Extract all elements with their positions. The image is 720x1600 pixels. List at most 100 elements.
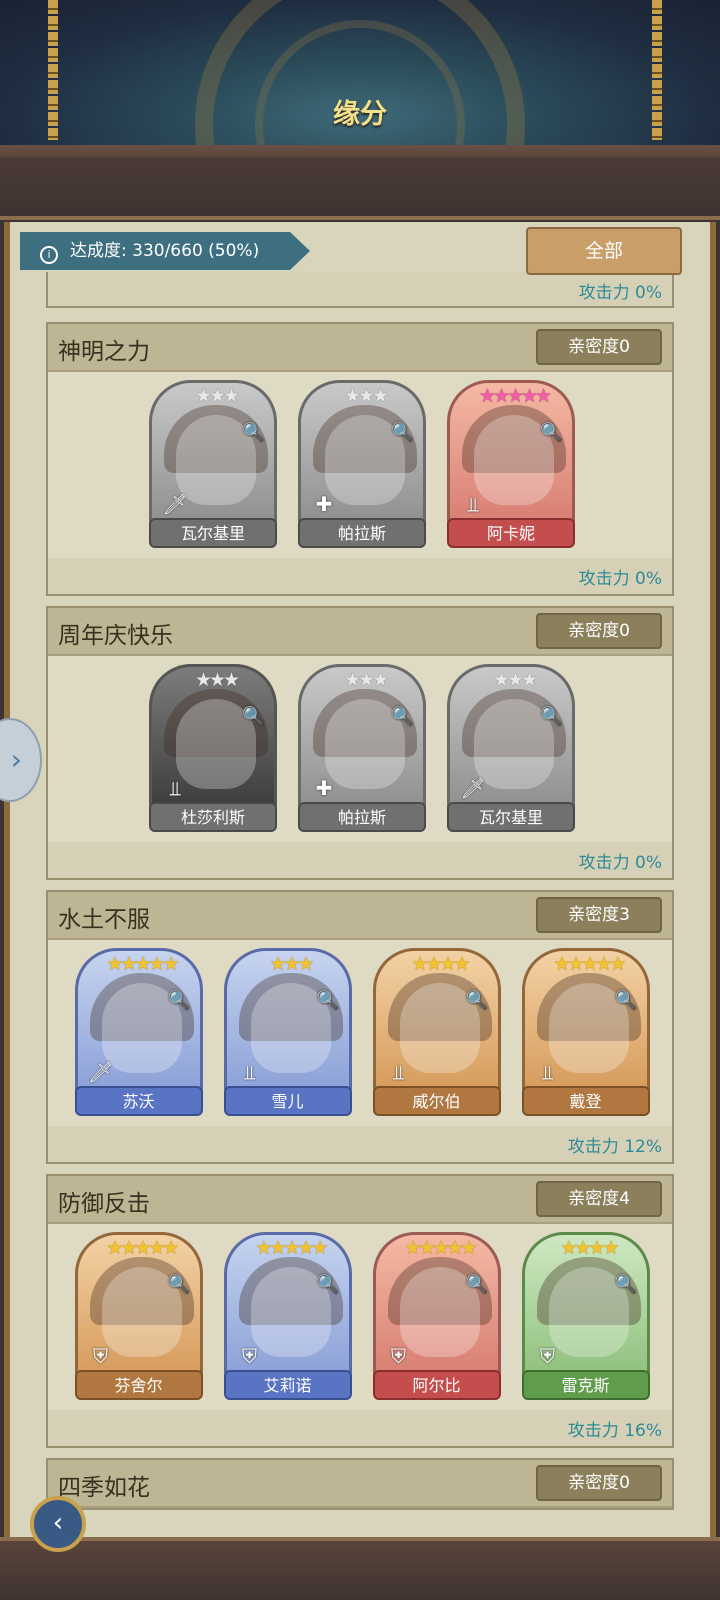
magnifier-icon[interactable]: 🔍: [391, 707, 413, 727]
attack-bonus: 攻击力 0%: [578, 853, 662, 873]
hero-card[interactable]: ★★★★★ 🔍 ⛨ 阿尔比: [372, 1232, 501, 1400]
attack-bonus: 攻击力 0%: [578, 283, 662, 303]
hero-portrait: ★★★★ 🔍 ⛨: [521, 1232, 650, 1382]
bow-icon: ⫫: [392, 1060, 405, 1084]
shield-icon: ⛨: [93, 1344, 108, 1368]
hero-row: ★★★ 🔍 🗡 瓦尔基里 ★★★ 🔍 ✚ 帕拉斯 ★★★★★ 🔍 ⫫ 阿卡妮: [48, 372, 672, 558]
chevron-left-icon: ‹: [52, 1508, 64, 1538]
attack-bonus: 攻击力 16%: [567, 1421, 662, 1441]
info-icon: i: [40, 246, 58, 264]
hero-portrait: ★★★★★ 🔍 🗡: [74, 948, 203, 1098]
hero-portrait: ★★★ 🔍 ✚: [298, 664, 426, 814]
magnifier-icon[interactable]: 🔍: [615, 991, 637, 1011]
star-rating: ★★★★★: [478, 385, 552, 407]
bow-icon: ⫫: [467, 492, 479, 516]
hero-card[interactable]: ★★★ 🔍 🗡 瓦尔基里: [149, 380, 277, 548]
hero-card[interactable]: ★★★★★ 🔍 ⛨ 艾莉诺: [223, 1232, 352, 1400]
hero-row: ★★★★★ 🔍 🗡 苏沃 ★★★ 🔍 ⫫ 雪儿 ★★★★ 🔍 ⫫ 威尔伯 ★★★★★ 🔍 ⫫ 戴登: [48, 940, 672, 1126]
magnifier-icon[interactable]: 🔍: [540, 423, 562, 443]
hero-card[interactable]: ★★★ 🔍 ⫫ 雪儿: [223, 948, 352, 1116]
group-header: 防御反击 亲密度4: [48, 1176, 672, 1224]
sword-icon: 🗡: [460, 776, 486, 800]
affinity-group-card: 水土不服 亲密度3 ★★★★★ 🔍 🗡 苏沃 ★★★ 🔍 ⫫ 雪儿 ★★★★ 🔍 ⫫ 威尔伯 ★★★★★ 🔍 ⫫…: [46, 890, 674, 1164]
filter-all-button[interactable]: 全部: [526, 227, 682, 275]
shield-icon: ⛨: [540, 1344, 555, 1368]
affinity-level-button[interactable]: 亲密度0: [536, 613, 662, 649]
bow-icon: ⫫: [169, 776, 181, 800]
hero-card[interactable]: ★★★ 🔍 ✚ 帕拉斯: [298, 664, 426, 832]
attack-bonus: 攻击力 12%: [567, 1137, 662, 1157]
star-rating: ★★★★★: [106, 953, 179, 975]
back-button[interactable]: ‹: [30, 1496, 86, 1552]
shield-icon: ⛨: [391, 1344, 406, 1368]
hero-name: 芬舍尔: [74, 1370, 203, 1400]
group-title: 神明之力: [58, 339, 150, 365]
hero-name: 艾莉诺: [223, 1370, 352, 1400]
star-rating: ★★★: [194, 385, 240, 407]
affinity-level-button[interactable]: 亲密度0: [536, 1465, 662, 1501]
header-banner: 缘分: [0, 0, 720, 145]
hero-card[interactable]: ★★★ 🔍 🗡 瓦尔基里: [447, 664, 575, 832]
sword-icon: 🗡: [87, 1060, 114, 1084]
magnifier-icon[interactable]: 🔍: [466, 1275, 488, 1295]
affinity-level-button[interactable]: 亲密度4: [536, 1181, 662, 1217]
footer-bar: [0, 1537, 720, 1600]
hero-portrait: ★★★★★ 🔍 ⛨: [223, 1232, 352, 1382]
star-rating: ★★★★★: [553, 953, 626, 975]
star-rating: ★★★★: [411, 953, 470, 975]
magnifier-icon[interactable]: 🔍: [317, 1275, 339, 1295]
group-title: 防御反击: [58, 1191, 150, 1217]
hero-portrait: ★★★★★ 🔍 ⫫: [521, 948, 650, 1098]
hero-card[interactable]: ★★★★ 🔍 ⫫ 威尔伯: [372, 948, 501, 1116]
group-header: 水土不服 亲密度3: [48, 892, 672, 940]
plus-icon: ✚: [315, 492, 333, 516]
magnifier-icon[interactable]: 🔍: [466, 991, 488, 1011]
star-rating: ★★★: [269, 953, 314, 975]
hero-card[interactable]: ★★★★★ 🔍 ⫫ 戴登: [521, 948, 650, 1116]
affinity-group-card: 神明之力 亲密度0 ★★★ 🔍 🗡 瓦尔基里 ★★★ 🔍 ✚ 帕拉斯 ★★★★★ 🔍 ⫫ 阿卡妮 攻击力 0…: [46, 322, 674, 596]
star-rating: ★★★: [194, 669, 240, 691]
star-rating: ★★★: [343, 385, 389, 407]
hero-card[interactable]: ★★★ 🔍 ✚ 帕拉斯: [298, 380, 426, 548]
star-rating: ★★★: [343, 669, 389, 691]
star-rating: ★★★★★: [404, 1237, 477, 1259]
hero-name: 阿卡妮: [447, 518, 575, 548]
previous-group-footer: 攻击力 0%: [46, 272, 674, 308]
hero-portrait: ★★★★★ 🔍 ⛨: [74, 1232, 203, 1382]
star-rating: ★★★★★: [106, 1237, 179, 1259]
hero-card[interactable]: ★★★ 🔍 ⫫ 杜莎利斯: [149, 664, 277, 832]
hero-name: 瓦尔基里: [447, 802, 575, 832]
hero-row: ★★★ 🔍 ⫫ 杜莎利斯 ★★★ 🔍 ✚ 帕拉斯 ★★★ 🔍 🗡 瓦尔基里: [48, 656, 672, 842]
affinity-group-card: 周年庆快乐 亲密度0 ★★★ 🔍 ⫫ 杜莎利斯 ★★★ 🔍 ✚ 帕拉斯 ★★★ 🔍 🗡 瓦尔基里 攻击力 0…: [46, 606, 674, 880]
hero-card[interactable]: ★★★★★ 🔍 🗡 苏沃: [74, 948, 203, 1116]
affinity-level-button[interactable]: 亲密度0: [536, 329, 662, 365]
hero-portrait: ★★★ 🔍 ✚: [298, 380, 426, 530]
group-footer: 攻击力 0%: [48, 558, 672, 594]
magnifier-icon[interactable]: 🔍: [317, 991, 339, 1011]
chevron-right-icon: ›: [10, 743, 22, 776]
magnifier-icon[interactable]: 🔍: [391, 423, 413, 443]
hero-name: 戴登: [521, 1086, 650, 1116]
magnifier-icon[interactable]: 🔍: [168, 1275, 190, 1295]
group-header: 四季如花 亲密度0: [48, 1460, 672, 1508]
group-title: 四季如花: [58, 1475, 150, 1501]
affinity-board[interactable]: 攻击力 0% i 达成度: 330/660 (50%) 全部 神明之力 亲密度0 ★★…: [4, 222, 716, 1537]
hero-card[interactable]: ★★★★ 🔍 ⛨ 雷克斯: [521, 1232, 650, 1400]
magnifier-icon[interactable]: 🔍: [540, 707, 562, 727]
hero-name: 杜莎利斯: [149, 802, 277, 832]
hero-name: 苏沃: [74, 1086, 203, 1116]
hero-row: ★★★★★ 🔍 ⛨ 芬舍尔 ★★★★★ 🔍 ⛨ 艾莉诺 ★★★★★ 🔍 ⛨ 阿尔比 ★★★★ 🔍 ⛨ 雷克斯: [48, 1224, 672, 1410]
group-header: 神明之力 亲密度0: [48, 324, 672, 372]
magnifier-icon[interactable]: 🔍: [242, 423, 264, 443]
hero-name: 威尔伯: [372, 1086, 501, 1116]
affinity-level-button[interactable]: 亲密度3: [536, 897, 662, 933]
magnifier-icon[interactable]: 🔍: [168, 991, 190, 1011]
hero-card[interactable]: ★★★★★ 🔍 ⫫ 阿卡妮: [447, 380, 575, 548]
hero-name: 雪儿: [223, 1086, 352, 1116]
magnifier-icon[interactable]: 🔍: [242, 707, 264, 727]
hero-card[interactable]: ★★★★★ 🔍 ⛨ 芬舍尔: [74, 1232, 203, 1400]
hero-portrait: ★★★ 🔍 🗡: [149, 380, 277, 530]
group-footer: 攻击力 0%: [48, 842, 672, 878]
magnifier-icon[interactable]: 🔍: [615, 1275, 637, 1295]
star-rating: ★★★★: [560, 1237, 619, 1259]
